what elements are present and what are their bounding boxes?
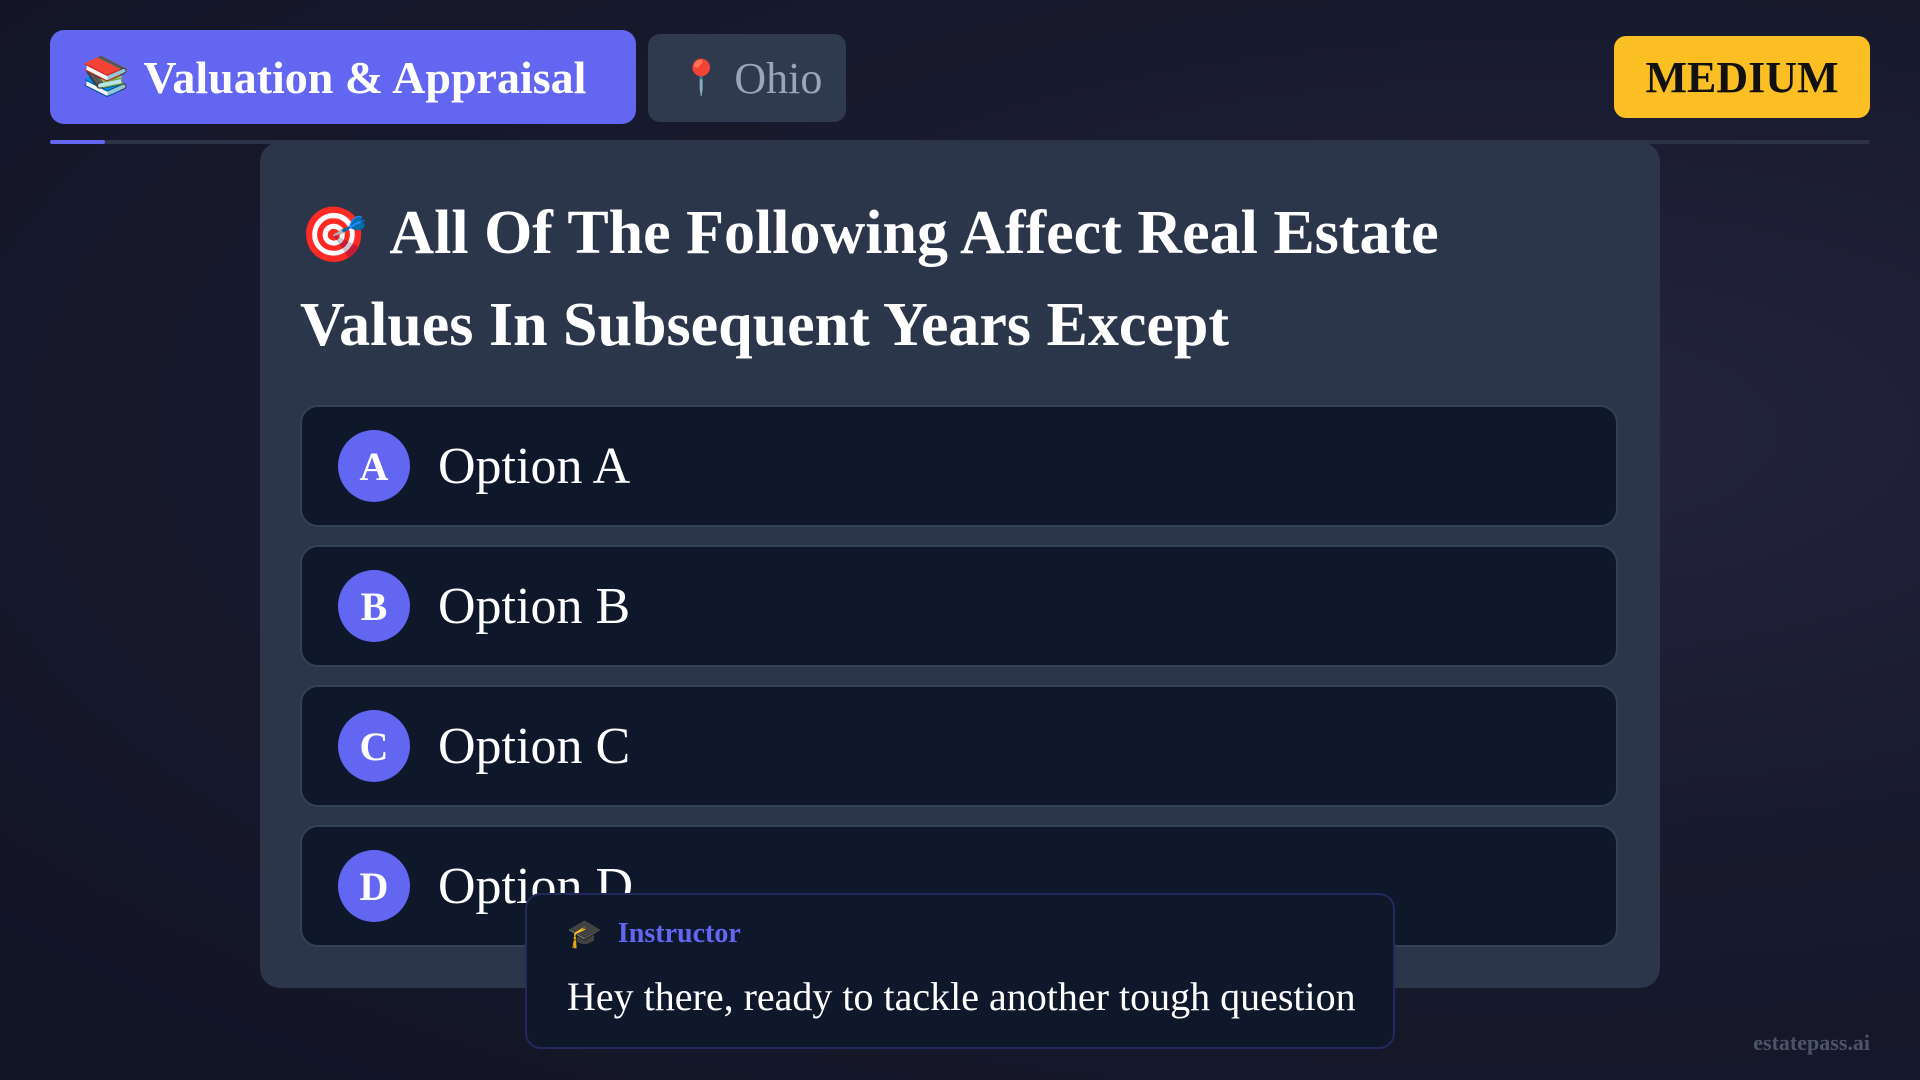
option-label: Option B	[438, 577, 631, 635]
option-a[interactable]: A Option A	[300, 405, 1618, 527]
state-label: Ohio	[734, 53, 823, 103]
option-letter-badge: D	[338, 850, 410, 922]
topic-pill[interactable]: 📚 Valuation & Appraisal	[50, 30, 636, 124]
option-label: Option C	[438, 717, 631, 775]
graduation-cap-icon: 🎓	[567, 919, 602, 950]
question-title: 🎯 All Of The Following Affect Real Estat…	[300, 188, 1610, 370]
question-card: 🎯 All Of The Following Affect Real Estat…	[260, 142, 1660, 988]
option-label: Option A	[438, 437, 631, 495]
topic-label: Valuation & Appraisal	[143, 51, 587, 103]
question-text: All Of The Following Affect Real Estate …	[300, 199, 1439, 359]
option-letter-badge: C	[338, 710, 410, 782]
pin-icon: 📍	[680, 60, 723, 97]
option-c[interactable]: C Option C	[300, 685, 1618, 807]
brand-watermark: estatepass.ai	[1753, 1030, 1870, 1055]
progress-fill	[50, 140, 105, 144]
difficulty-badge: MEDIUM	[1614, 36, 1870, 118]
quiz-header: 📚 Valuation & Appraisal 📍 Ohio MEDIUM	[50, 30, 1870, 124]
instructor-name: Instructor	[617, 918, 741, 949]
option-b[interactable]: B Option B	[300, 545, 1618, 667]
instructor-bubble: 🎓 Instructor Hey there, ready to tackle …	[525, 893, 1395, 1049]
target-icon: 🎯	[300, 205, 368, 265]
instructor-message: Hey there, ready to tackle another tough…	[567, 974, 1356, 1019]
option-letter-badge: B	[338, 570, 410, 642]
option-letter-badge: A	[338, 430, 410, 502]
books-icon: 📚	[82, 56, 130, 98]
state-pill[interactable]: 📍 Ohio	[648, 34, 846, 122]
instructor-header: 🎓 Instructor	[567, 917, 1353, 951]
